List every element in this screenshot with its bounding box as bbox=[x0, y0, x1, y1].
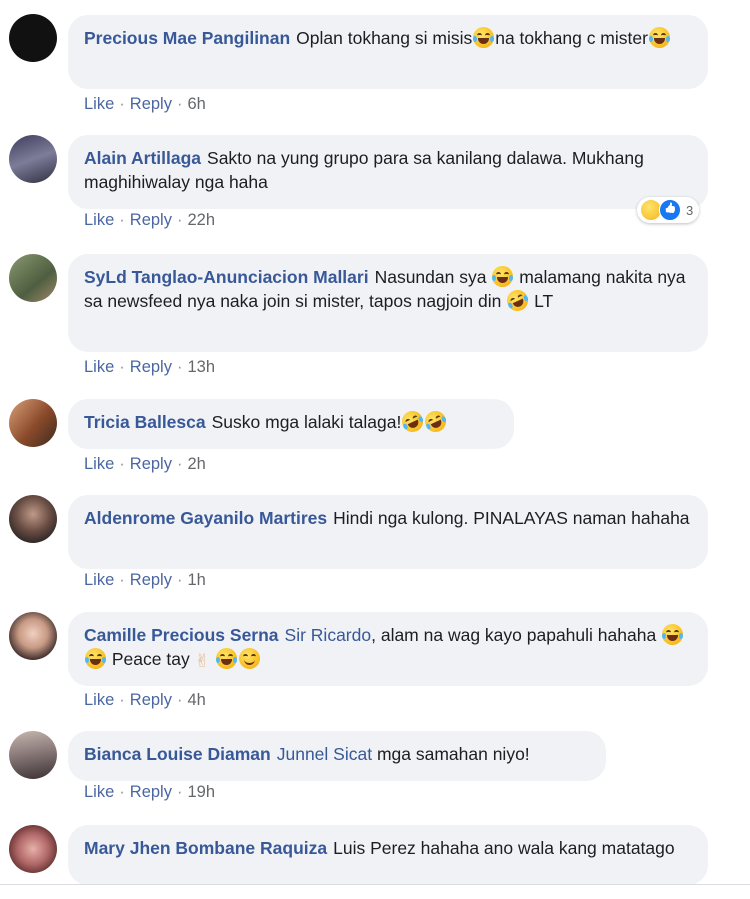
comment-timestamp[interactable]: 6h bbox=[187, 95, 205, 113]
comment-bubble: Camille Precious Serna Sir Ricardo, alam … bbox=[68, 612, 708, 686]
avatar[interactable] bbox=[9, 14, 57, 62]
laughing-face-icon bbox=[215, 648, 237, 669]
comment-actions: Like · Reply · 2h bbox=[84, 455, 206, 473]
comment-bubble: Mary Jhen Bombane Raquiza Luis Perez haha… bbox=[68, 825, 708, 885]
comment-author[interactable]: SyLd Tanglao-Anunciacion Mallari bbox=[84, 267, 369, 287]
comment-actions: Like · Reply · 22h bbox=[84, 211, 215, 229]
comment-text: Hindi nga kulong. PINALAYAS naman hahaha bbox=[333, 508, 690, 528]
comment-bubble: Bianca Louise Diaman Junnel Sicat mga sam… bbox=[68, 731, 606, 781]
comment-text: mga samahan niyo! bbox=[372, 744, 530, 764]
rolling-on-floor-laughing-icon bbox=[398, 407, 427, 436]
like-link[interactable]: Like bbox=[84, 571, 114, 589]
mention-link[interactable]: Junnel Sicat bbox=[277, 744, 372, 764]
comment-author[interactable]: Mary Jhen Bombane Raquiza bbox=[84, 838, 327, 858]
avatar[interactable] bbox=[9, 612, 57, 660]
avatar[interactable] bbox=[9, 825, 57, 873]
comment-text: LT bbox=[529, 291, 554, 311]
comment-text: Luis Perez hahaha ano wala kang matatago bbox=[333, 838, 675, 858]
comment-bubble: Tricia Ballesca Susko mga lalaki talaga! bbox=[68, 399, 514, 449]
like-link[interactable]: Like bbox=[84, 211, 114, 229]
like-link[interactable]: Like bbox=[84, 783, 114, 801]
smiling-face-icon bbox=[238, 648, 260, 669]
rolling-on-floor-laughing-icon bbox=[421, 407, 450, 436]
laughing-face-icon bbox=[85, 648, 106, 669]
comment-timestamp[interactable]: 4h bbox=[187, 691, 205, 709]
comment-actions: Like · Reply · 4h bbox=[84, 691, 206, 709]
comment-author[interactable]: Alain Artillaga bbox=[84, 148, 201, 168]
avatar[interactable] bbox=[9, 254, 57, 302]
comment-timestamp[interactable]: 19h bbox=[187, 783, 215, 801]
rolling-on-floor-laughing-icon bbox=[503, 286, 532, 315]
avatar[interactable] bbox=[9, 135, 57, 183]
mention-link[interactable]: Sir Ricardo bbox=[285, 625, 372, 645]
like-link[interactable]: Like bbox=[84, 691, 114, 709]
comment-author[interactable]: Aldenrome Gayanilo Martires bbox=[84, 508, 327, 528]
reaction-summary[interactable]: 3 bbox=[637, 197, 700, 223]
victory-hand-icon: ✌ bbox=[194, 651, 210, 671]
laughing-face-icon bbox=[492, 266, 514, 287]
comment-actions: Like · Reply · 19h bbox=[84, 783, 215, 801]
like-link[interactable]: Like bbox=[84, 358, 114, 376]
reply-link[interactable]: Reply bbox=[130, 783, 172, 801]
comment-actions: Like · Reply · 1h bbox=[84, 571, 206, 589]
comment-text: , alam na wag kayo papahuli hahaha bbox=[371, 625, 662, 645]
like-link[interactable]: Like bbox=[84, 455, 114, 473]
comment-timestamp[interactable]: 13h bbox=[187, 358, 215, 376]
comment-author[interactable]: Precious Mae Pangilinan bbox=[84, 28, 290, 48]
comment-timestamp[interactable]: 2h bbox=[187, 455, 205, 473]
avatar[interactable] bbox=[9, 495, 57, 543]
comment-text: Oplan tokhang si misis bbox=[296, 28, 473, 48]
reply-link[interactable]: Reply bbox=[130, 211, 172, 229]
reply-link[interactable]: Reply bbox=[130, 95, 172, 113]
laughing-face-icon bbox=[648, 27, 670, 48]
avatar[interactable] bbox=[9, 399, 57, 447]
like-reaction-icon bbox=[659, 199, 681, 221]
comment-author[interactable]: Tricia Ballesca bbox=[84, 412, 206, 432]
comment-actions: Like · Reply · 6h bbox=[84, 95, 206, 113]
reply-link[interactable]: Reply bbox=[130, 571, 172, 589]
like-link[interactable]: Like bbox=[84, 95, 114, 113]
reply-link[interactable]: Reply bbox=[130, 455, 172, 473]
comment-text: Peace tay bbox=[107, 649, 195, 669]
laughing-face-icon bbox=[473, 27, 495, 48]
reaction-count: 3 bbox=[686, 202, 694, 218]
reply-link[interactable]: Reply bbox=[130, 358, 172, 376]
comment-author[interactable]: Camille Precious Serna bbox=[84, 625, 279, 645]
reply-link[interactable]: Reply bbox=[130, 691, 172, 709]
comment-text: na tokhang c mister bbox=[495, 28, 648, 48]
laughing-face-icon bbox=[662, 624, 684, 645]
divider bbox=[0, 884, 750, 885]
comment-actions: Like · Reply · 13h bbox=[84, 358, 215, 376]
avatar[interactable] bbox=[9, 731, 57, 779]
comment-author[interactable]: Bianca Louise Diaman bbox=[84, 744, 271, 764]
comment-timestamp[interactable]: 22h bbox=[187, 211, 215, 229]
comment-text: Nasundan sya bbox=[374, 267, 492, 287]
comment-bubble: Alain Artillaga Sakto na yung grupo para … bbox=[68, 135, 708, 209]
comment-bubble: SyLd Tanglao-Anunciacion Mallari Nasundan… bbox=[68, 254, 708, 352]
comment-text: Susko mga lalaki talaga! bbox=[211, 412, 402, 432]
comment-bubble: Aldenrome Gayanilo Martires Hindi nga kul… bbox=[68, 495, 708, 569]
comment-bubble: Precious Mae Pangilinan Oplan tokhang si … bbox=[68, 15, 708, 89]
comment-timestamp[interactable]: 1h bbox=[187, 571, 205, 589]
